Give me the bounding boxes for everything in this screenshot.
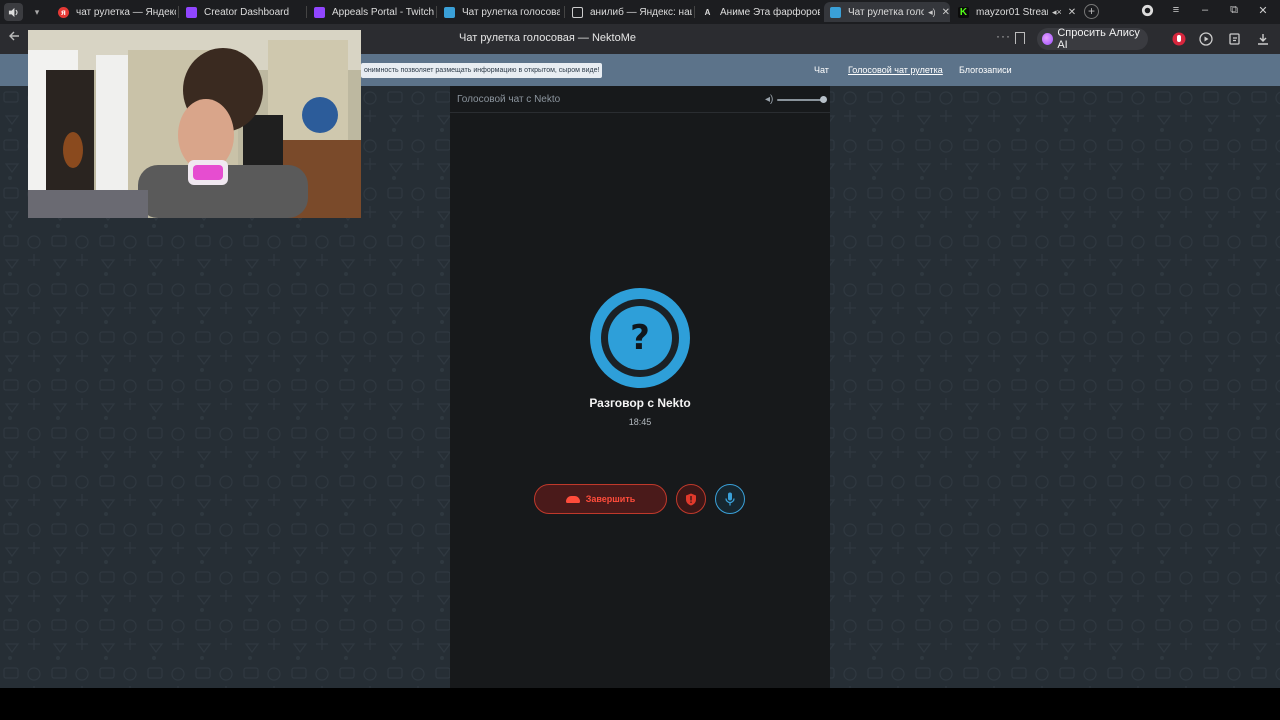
question-mark-icon: ? bbox=[608, 306, 672, 370]
volume-icon[interactable]: ◂) bbox=[765, 94, 773, 105]
tab-title: mayzor01 Stream bbox=[976, 6, 1048, 18]
twitch-icon bbox=[314, 6, 325, 18]
media-player-icon[interactable] bbox=[1199, 32, 1213, 46]
panel-title: Голосовой чат с Nekto bbox=[457, 94, 561, 105]
tab-title: чат рулетка — Яндекс: н bbox=[76, 6, 176, 18]
more-options-icon[interactable]: ··· bbox=[996, 29, 1011, 43]
browser-tab-strip: ▾ я чат рулетка — Яндекс: н Creator Dash… bbox=[0, 0, 1280, 24]
kick-icon: K bbox=[958, 6, 969, 18]
collections-icon[interactable] bbox=[1228, 32, 1242, 46]
ask-alice-label: Спросить Алису AI bbox=[1057, 27, 1140, 51]
nav-link-blog[interactable]: Блогозаписи bbox=[959, 65, 1012, 75]
end-call-button[interactable]: Завершить bbox=[534, 484, 667, 514]
tab-appeals-portal[interactable]: Appeals Portal - Twitch bbox=[308, 2, 436, 22]
close-icon[interactable]: ✕ bbox=[1068, 7, 1076, 18]
twitch-icon bbox=[186, 6, 197, 18]
report-button[interactable] bbox=[676, 484, 706, 514]
close-window-icon[interactable]: ✕ bbox=[1255, 4, 1271, 17]
panel-header: Голосовой чат с Nekto ◂) bbox=[450, 86, 830, 113]
menu-icon[interactable]: ≡ bbox=[1168, 4, 1184, 16]
bookmark-icon[interactable] bbox=[1015, 32, 1025, 44]
restore-icon[interactable]: ⧉ bbox=[1226, 4, 1242, 17]
tab-title: Creator Dashboard bbox=[204, 6, 290, 18]
letterbox-bar bbox=[0, 688, 1280, 720]
ask-alice-button[interactable]: Спросить Алису AI bbox=[1037, 27, 1148, 51]
a-letter-icon: A bbox=[704, 7, 711, 17]
nav-link-voice-chat[interactable]: Голосовой чат рулетка bbox=[848, 65, 943, 75]
tab-title: Аниме Эта фарфоровая bbox=[720, 6, 820, 18]
minimize-icon[interactable]: – bbox=[1197, 4, 1213, 16]
yandex-icon: я bbox=[58, 6, 69, 18]
volume-slider-handle[interactable] bbox=[819, 96, 827, 103]
browser-profile-icon[interactable] bbox=[1139, 4, 1155, 20]
site-notice: онимность позволяет размещать информацию… bbox=[361, 63, 603, 78]
end-call-label: Завершить bbox=[585, 494, 636, 504]
extension-hand-icon[interactable] bbox=[1172, 32, 1186, 46]
sound-muted-icon[interactable]: ◂× bbox=[1052, 7, 1062, 18]
new-tab-button[interactable]: + bbox=[1084, 4, 1099, 19]
nav-link-chat[interactable]: Чат bbox=[814, 65, 829, 75]
voice-chat-panel: Голосовой чат с Nekto ◂) ? Разговор с Ne… bbox=[450, 86, 830, 688]
sound-playing-icon[interactable]: ◂) bbox=[928, 7, 936, 18]
download-icon[interactable] bbox=[1256, 32, 1270, 46]
tab-anilib-search[interactable]: анилиб — Яндекс: нашл bbox=[566, 2, 692, 22]
unknown-user-avatar: ? bbox=[590, 288, 690, 388]
tab-title: анилиб — Яндекс: нашл bbox=[590, 6, 692, 18]
alice-orb-icon bbox=[1042, 33, 1054, 45]
tab-kick-stream[interactable]: K mayzor01 Stream ◂× ✕ bbox=[952, 2, 1078, 22]
nekto-icon bbox=[830, 6, 841, 18]
tab-title: Appeals Portal - Twitch bbox=[332, 6, 435, 18]
tab-title: Чат рулетка голосовая bbox=[462, 6, 560, 18]
microphone-button[interactable] bbox=[715, 484, 745, 514]
tab-chat-roulette-active[interactable]: Чат рулетка голос ◂) ✕ bbox=[824, 2, 950, 22]
speaker-icon[interactable] bbox=[4, 3, 23, 21]
volume-slider[interactable] bbox=[777, 99, 823, 101]
conversation-title: Разговор с Nekto bbox=[589, 396, 691, 410]
tab-creator-dashboard[interactable]: Creator Dashboard bbox=[180, 2, 304, 22]
tabs-dropdown-icon[interactable]: ▾ bbox=[29, 3, 45, 21]
document-icon bbox=[572, 6, 583, 18]
shield-icon bbox=[686, 493, 696, 505]
call-timer: 18:45 bbox=[628, 417, 652, 427]
hang-up-phone-icon bbox=[565, 495, 580, 503]
tab-chat-roulette-1[interactable]: Чат рулетка голосовая bbox=[438, 2, 560, 22]
microphone-icon bbox=[725, 492, 735, 506]
tab-title: Чат рулетка голос bbox=[848, 6, 925, 18]
tab-yandex-search[interactable]: я чат рулетка — Яндекс: н bbox=[52, 2, 176, 22]
tab-anime[interactable]: A Аниме Эта фарфоровая bbox=[696, 2, 820, 22]
nekto-icon bbox=[444, 6, 455, 18]
close-icon[interactable]: ✕ bbox=[942, 7, 950, 18]
webcam-overlay bbox=[28, 30, 361, 218]
